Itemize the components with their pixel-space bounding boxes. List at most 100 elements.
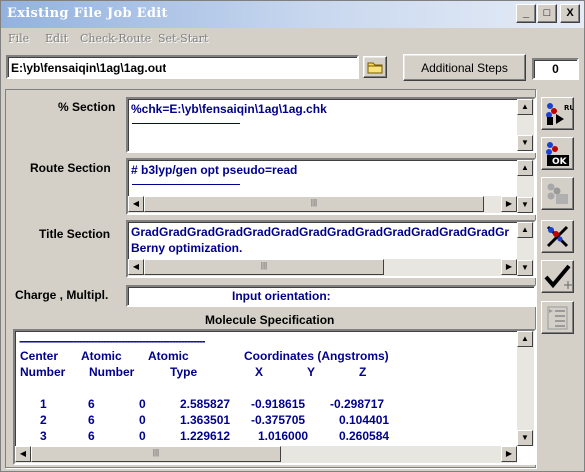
row-x: 2.585827 — [180, 397, 231, 411]
molecule-hscroll[interactable]: ◀ ||| ▶ — [15, 446, 517, 463]
scroll-down-arrow[interactable]: ▼ — [517, 430, 533, 446]
molecule-spec-textarea[interactable]: ----------------------------------------… — [13, 329, 536, 465]
molecule-builder-button[interactable] — [541, 177, 574, 210]
col-center-header: Center — [20, 349, 59, 363]
check-icon — [544, 264, 572, 289]
cancel-button[interactable] — [541, 220, 574, 253]
percent-section-label: % Section — [58, 100, 116, 114]
text-underline — [132, 184, 240, 185]
title-section-vscroll[interactable]: ▲ ▼ — [517, 222, 534, 276]
route-section-text: # b3lyp/gen opt pseudo=read — [131, 163, 298, 177]
menu-edit[interactable]: Edit — [45, 32, 68, 45]
percent-section-textarea[interactable]: %chk=E:\yb\fensaiqin\1ag\1ag.chk ▲ ▼ — [126, 97, 536, 153]
row-y: -0.918615 — [251, 397, 306, 411]
scroll-thumb[interactable]: ||| — [31, 446, 281, 462]
title-bar[interactable]: Existing File Job Edit _ □ X — [1, 1, 584, 28]
row-x: 1.229612 — [180, 429, 231, 443]
col-z-header: Z — [359, 365, 367, 379]
col-type-header: Type — [170, 365, 198, 379]
scroll-left-arrow[interactable]: ◀ — [15, 446, 31, 462]
title-section-label: Title Section — [39, 227, 111, 241]
route-section-label: Route Section — [30, 161, 111, 175]
scroll-down-arrow[interactable]: ▼ — [517, 135, 533, 151]
scroll-up-arrow[interactable]: ▲ — [517, 99, 533, 115]
scroll-thumb[interactable]: ||| — [144, 196, 484, 212]
window-title: Existing File Job Edit — [7, 6, 168, 21]
scroll-left-arrow[interactable]: ◀ — [128, 259, 144, 275]
scroll-down-arrow[interactable]: ▼ — [517, 260, 533, 276]
route-section-vscroll[interactable]: ▲ ▼ — [517, 160, 534, 213]
col-atomic-type-header: Atomic — [148, 349, 189, 363]
ok-icon-text: OK — [552, 157, 568, 167]
molecule-separator: ----------------------------------------… — [19, 334, 205, 348]
list-icon — [547, 306, 568, 330]
scroll-down-arrow[interactable]: ▼ — [517, 197, 533, 213]
row-y: 1.016000 — [258, 429, 309, 443]
scroll-right-arrow[interactable]: ▶ — [501, 196, 517, 212]
menu-bar: File Edit Check-Route Set-Start — [1, 29, 584, 49]
scroll-left-arrow[interactable]: ◀ — [128, 196, 144, 212]
charge-multiplicity-label: Charge , Multipl. — [15, 288, 109, 302]
additional-steps-button[interactable]: Additional Steps — [403, 54, 526, 81]
steps-count-field: 0 — [532, 58, 579, 80]
row-y: -0.375705 — [251, 413, 306, 427]
menu-file[interactable]: File — [8, 32, 29, 45]
ok-icon: OK — [546, 142, 569, 167]
charge-multiplicity-field[interactable]: Input orientation: — [126, 285, 536, 307]
row-atomic-number: 6 — [88, 413, 95, 427]
col-y-header: Y — [307, 365, 316, 379]
row-type: 0 — [139, 413, 146, 427]
row-type: 0 — [139, 397, 146, 411]
maximize-button[interactable]: □ — [537, 4, 557, 23]
charge-multiplicity-text: Input orientation: — [232, 289, 331, 303]
steps-count-value: 0 — [552, 62, 559, 76]
row-z: 0.260584 — [339, 429, 390, 443]
molecule-icon — [547, 183, 568, 204]
route-section-hscroll[interactable]: ◀ ||| ▶ — [128, 196, 517, 213]
menu-set-start[interactable]: Set-Start — [158, 32, 208, 45]
row-atomic-number: 6 — [88, 429, 95, 443]
row-atomic-number: 6 — [88, 397, 95, 411]
open-folder-button[interactable] — [363, 56, 387, 78]
additional-steps-label: Additional Steps — [421, 61, 508, 75]
col-coordinates-header: Coordinates (Angstroms) — [244, 349, 389, 363]
run-button[interactable]: RUN — [541, 97, 581, 130]
title-section-hscroll[interactable]: ◀ ||| ▶ — [128, 259, 517, 276]
molecule-spec-heading: Molecule Specification — [205, 313, 335, 327]
row-x: 1.363501 — [180, 413, 231, 427]
row-type: 0 — [139, 429, 146, 443]
scroll-up-arrow[interactable]: ▲ — [517, 331, 533, 347]
col-number-header: Number — [20, 365, 66, 379]
title-section-textarea[interactable]: GradGradGradGradGradGradGradGradGradGrad… — [126, 220, 536, 278]
file-path-field[interactable]: E:\yb\fensaiqin\1ag\1ag.out — [6, 55, 359, 79]
scroll-up-arrow[interactable]: ▲ — [517, 222, 533, 238]
check-button[interactable] — [541, 260, 574, 293]
molecule-vscroll[interactable]: ▲ ▼ — [517, 331, 534, 446]
title-section-line2: Berny optimization. — [131, 241, 243, 255]
menu-check-route[interactable]: Check-Route — [80, 32, 151, 45]
scroll-right-arrow[interactable]: ▶ — [501, 259, 517, 275]
file-path-text: E:\yb\fensaiqin\1ag\1ag.out — [11, 61, 167, 75]
minimize-button[interactable]: _ — [516, 4, 536, 23]
percent-section-text: %chk=E:\yb\fensaiqin\1ag\1ag.chk — [131, 102, 327, 116]
percent-section-vscroll[interactable]: ▲ ▼ — [517, 99, 534, 151]
row-z: 0.104401 — [339, 413, 390, 427]
run-icon-text: RUN — [564, 104, 573, 112]
title-section-line1: GradGradGradGradGradGradGradGradGradGrad… — [131, 225, 510, 239]
cancel-icon — [546, 225, 569, 248]
col-x-header: X — [255, 365, 264, 379]
row-center: 1 — [40, 397, 47, 411]
step-list-button[interactable] — [541, 301, 574, 334]
route-section-textarea[interactable]: # b3lyp/gen opt pseudo=read ◀ ||| ▶ ▲ ▼ — [126, 158, 536, 215]
ok-button[interactable]: OK — [541, 137, 574, 170]
row-z: -0.298717 — [330, 397, 385, 411]
run-icon: RUN — [546, 103, 581, 125]
scroll-up-arrow[interactable]: ▲ — [517, 160, 533, 176]
folder-icon — [367, 62, 383, 74]
close-button[interactable]: X — [560, 4, 580, 23]
text-underline — [132, 123, 240, 124]
scroll-thumb[interactable]: ||| — [144, 259, 384, 275]
col-atomic-header: Atomic — [81, 349, 122, 363]
row-center: 2 — [40, 413, 47, 427]
scroll-right-arrow[interactable]: ▶ — [501, 446, 517, 462]
